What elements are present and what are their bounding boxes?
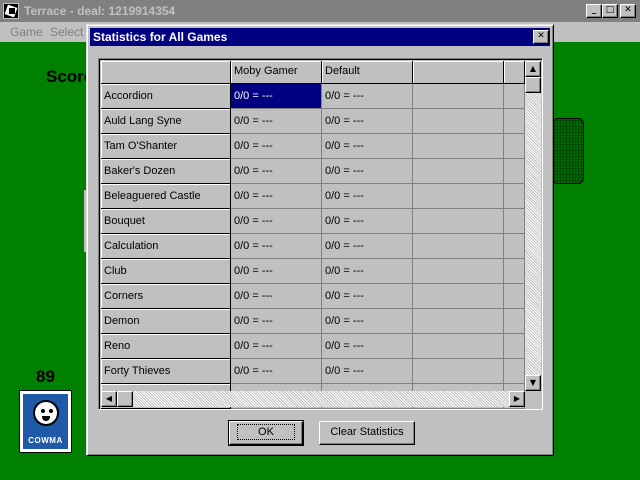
menu-game[interactable]: Game — [10, 25, 43, 39]
clear-statistics-button[interactable]: Clear Statistics — [319, 421, 415, 445]
row-header-game[interactable]: Forty Thieves — [101, 359, 231, 384]
grid-corner-header — [101, 61, 231, 84]
dialog-close-button[interactable]: ✕ — [533, 30, 549, 44]
stat-cell[interactable]: 0/0 = --- — [322, 359, 413, 384]
grid-filler-cell — [504, 284, 525, 309]
stat-cell[interactable]: 0/0 = --- — [231, 234, 322, 259]
stat-cell[interactable]: 0/0 = --- — [231, 184, 322, 209]
stat-cell[interactable] — [413, 309, 504, 334]
stat-cell[interactable] — [413, 334, 504, 359]
minimize-button[interactable]: _ — [586, 4, 602, 18]
grid-filler-cell — [504, 184, 525, 209]
column-header-filler — [504, 61, 525, 84]
grid-filler-cell — [504, 359, 525, 384]
stat-cell[interactable]: 0/0 = --- — [231, 309, 322, 334]
main-titlebar: Terrace - deal: 1219914354 _ □ ✕ — [0, 0, 640, 22]
vertical-scroll-thumb[interactable] — [525, 77, 541, 93]
row-header-game[interactable]: Auld Lang Syne — [101, 109, 231, 134]
column-header-empty[interactable] — [413, 61, 504, 84]
statistics-dialog: Statistics for All Games ✕ Moby Gamer De… — [86, 24, 554, 456]
stat-cell[interactable]: 0/0 = --- — [322, 309, 413, 334]
stat-cell[interactable]: 0/0 = --- — [322, 334, 413, 359]
stat-cell[interactable]: 0/0 = --- — [322, 84, 413, 109]
ok-button[interactable]: OK — [228, 420, 304, 446]
row-header-game[interactable]: Demon — [101, 309, 231, 334]
dialog-title: Statistics for All Games — [93, 30, 228, 44]
cow-icon — [33, 400, 59, 426]
stat-cell[interactable]: 0/0 = --- — [322, 284, 413, 309]
row-header-game[interactable]: Club — [101, 259, 231, 284]
grid-filler-cell — [504, 309, 525, 334]
menu-select[interactable]: Select — [50, 25, 83, 39]
score-value: 89 — [36, 367, 55, 386]
grid-filler-cell — [504, 159, 525, 184]
grid-filler-cell — [504, 84, 525, 109]
stat-cell[interactable] — [413, 209, 504, 234]
scroll-left-button[interactable]: ◀ — [101, 391, 117, 407]
stat-cell[interactable] — [413, 284, 504, 309]
stat-cell[interactable]: 0/0 = --- — [322, 259, 413, 284]
stat-cell[interactable]: 0/0 = --- — [231, 84, 322, 109]
stat-cell[interactable] — [413, 259, 504, 284]
deck-brand: COWMA — [28, 436, 63, 445]
stat-cell[interactable]: 0/0 = --- — [231, 284, 322, 309]
stat-cell[interactable]: 0/0 = --- — [322, 234, 413, 259]
column-header-moby-gamer[interactable]: Moby Gamer — [231, 61, 322, 84]
stat-cell[interactable] — [413, 234, 504, 259]
column-header-default[interactable]: Default — [322, 61, 413, 84]
row-header-game[interactable]: Calculation — [101, 234, 231, 259]
vertical-scrollbar[interactable]: ▲ ▼ — [525, 61, 541, 391]
card-back: COWMA — [23, 394, 68, 449]
stat-cell[interactable]: 0/0 = --- — [231, 209, 322, 234]
cards-app-icon[interactable] — [3, 3, 19, 19]
row-header-game[interactable]: Bouquet — [101, 209, 231, 234]
close-button[interactable]: ✕ — [620, 4, 636, 18]
horizontal-scrollbar[interactable]: ◀ ▶ — [101, 391, 525, 407]
stat-cell[interactable]: 0/0 = --- — [231, 259, 322, 284]
deck-stock[interactable]: COWMA — [19, 390, 72, 453]
row-header-game[interactable]: Baker's Dozen — [101, 159, 231, 184]
stat-cell[interactable]: 0/0 = --- — [322, 134, 413, 159]
stat-cell[interactable] — [413, 109, 504, 134]
stat-cell[interactable]: 0/0 = --- — [231, 359, 322, 384]
grid-filler-cell — [504, 259, 525, 284]
stat-cell[interactable]: 0/0 = --- — [231, 109, 322, 134]
horizontal-scroll-thumb[interactable] — [117, 391, 133, 407]
stat-cell[interactable] — [413, 134, 504, 159]
stat-cell[interactable]: 0/0 = --- — [231, 159, 322, 184]
stat-cell[interactable] — [413, 184, 504, 209]
stat-cell[interactable]: 0/0 = --- — [231, 334, 322, 359]
stat-cell[interactable]: 0/0 = --- — [322, 159, 413, 184]
row-header-game[interactable]: Reno — [101, 334, 231, 359]
stat-cell[interactable]: 0/0 = --- — [322, 184, 413, 209]
grid-filler-cell — [504, 334, 525, 359]
stat-cell[interactable] — [413, 84, 504, 109]
window-title: Terrace - deal: 1219914354 — [24, 4, 176, 18]
dialog-titlebar: Statistics for All Games ✕ — [90, 28, 550, 46]
maximize-button[interactable]: □ — [602, 4, 618, 18]
scroll-right-button[interactable]: ▶ — [509, 391, 525, 407]
stat-cell[interactable]: 0/0 = --- — [322, 109, 413, 134]
stat-cell[interactable]: 0/0 = --- — [322, 209, 413, 234]
scroll-up-button[interactable]: ▲ — [525, 61, 541, 77]
grid-filler-cell — [504, 109, 525, 134]
row-header-game[interactable]: Corners — [101, 284, 231, 309]
ok-button-label: OK — [237, 424, 295, 440]
stat-cell[interactable] — [413, 159, 504, 184]
grid-filler-cell — [504, 234, 525, 259]
scrollbar-corner — [525, 391, 541, 407]
row-header-game[interactable]: Beleaguered Castle — [101, 184, 231, 209]
stat-cell[interactable] — [413, 359, 504, 384]
row-header-game[interactable]: Accordion — [101, 84, 231, 109]
grid-filler-cell — [504, 134, 525, 159]
statistics-grid[interactable]: Moby Gamer Default Accordion 0/0 = --- 0/0… — [98, 58, 543, 410]
card-pile[interactable] — [552, 118, 584, 184]
stat-cell[interactable]: 0/0 = --- — [231, 134, 322, 159]
row-header-game[interactable]: Tam O'Shanter — [101, 134, 231, 159]
scroll-down-button[interactable]: ▼ — [525, 375, 541, 391]
grid-filler-cell — [504, 209, 525, 234]
